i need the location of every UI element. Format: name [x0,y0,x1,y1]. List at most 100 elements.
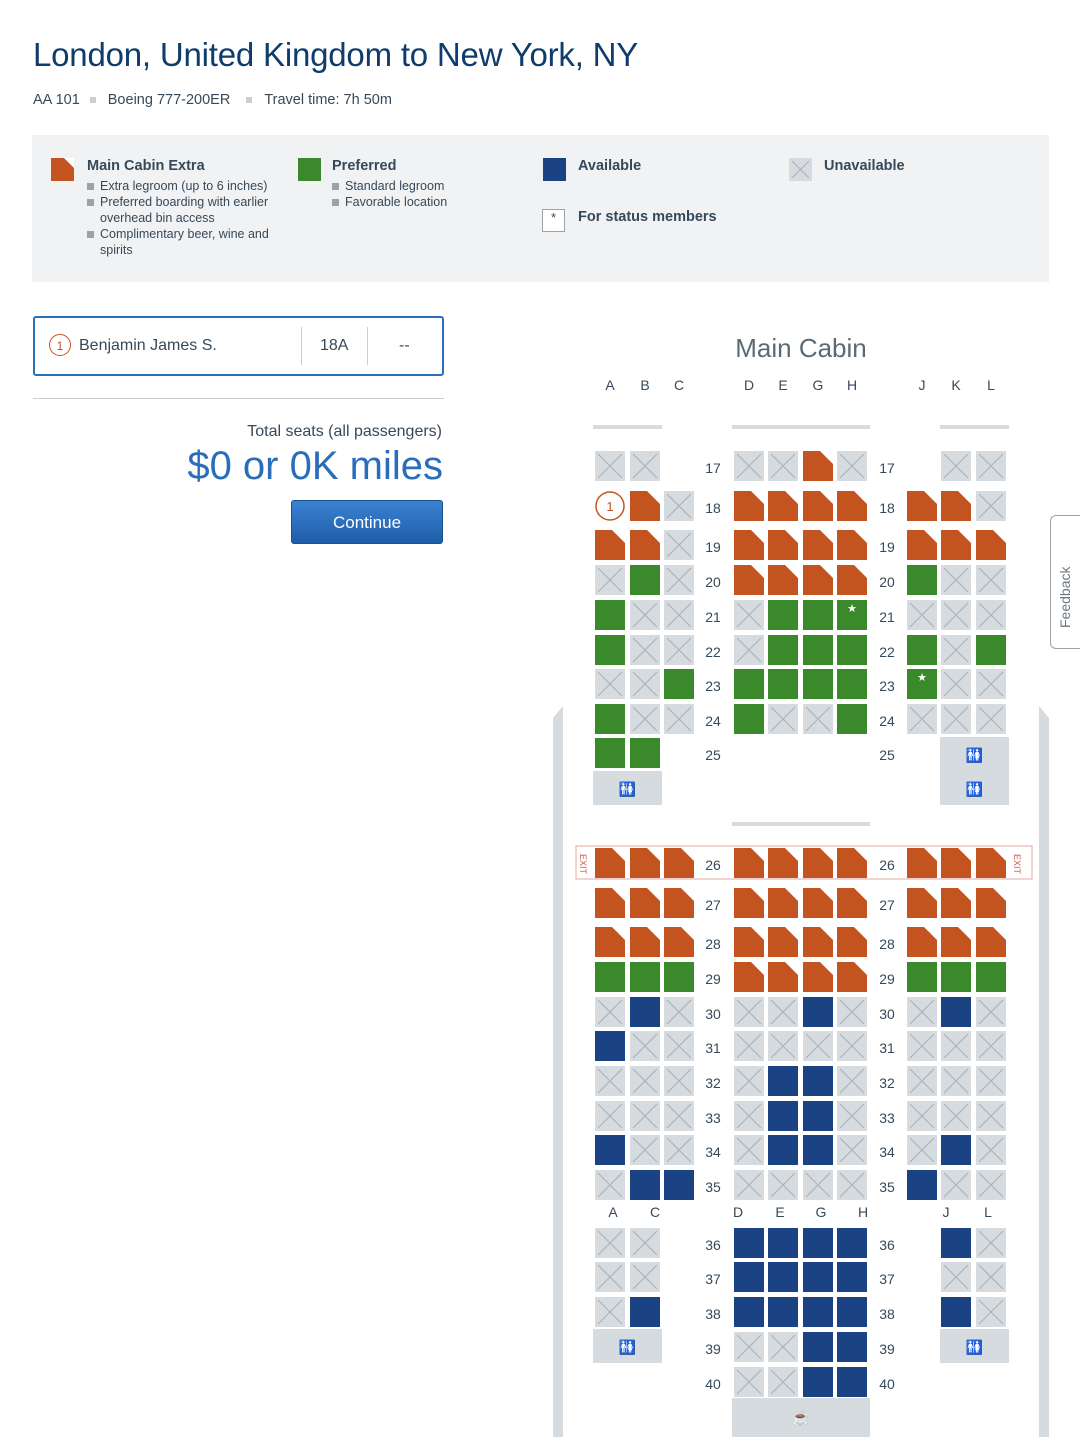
seat-18D[interactable] [734,491,764,521]
seat-29B[interactable] [630,962,660,992]
seat-29G[interactable] [803,962,833,992]
seat-22L[interactable] [976,635,1006,665]
seat-27G[interactable] [803,888,833,918]
seat-29K[interactable] [941,962,971,992]
seat-29D[interactable] [734,962,764,992]
seat-34A[interactable] [595,1135,625,1165]
seat-18A[interactable]: 1 [595,491,625,521]
seat-26E[interactable] [768,848,798,878]
seat-20B[interactable] [630,565,660,595]
seat-27H[interactable] [837,888,867,918]
seat-19K[interactable] [941,530,971,560]
seat-22E[interactable] [768,635,798,665]
seat-28G[interactable] [803,927,833,957]
seat-20D[interactable] [734,565,764,595]
seat-18H[interactable] [837,491,867,521]
seat-40H[interactable] [837,1367,867,1397]
seat-32E[interactable] [768,1066,798,1096]
seat-18K[interactable] [941,491,971,521]
seat-20E[interactable] [768,565,798,595]
seat-37H[interactable] [837,1262,867,1292]
seat-28E[interactable] [768,927,798,957]
seat-25A[interactable] [595,738,625,768]
seat-24H[interactable] [837,704,867,734]
seat-28A[interactable] [595,927,625,957]
seat-27K[interactable] [941,888,971,918]
seat-22A[interactable] [595,635,625,665]
seat-29H[interactable] [837,962,867,992]
seat-40G[interactable] [803,1367,833,1397]
seat-26H[interactable] [837,848,867,878]
seat-23E[interactable] [768,669,798,699]
seat-30G[interactable] [803,997,833,1027]
seat-32G[interactable] [803,1066,833,1096]
seat-35J[interactable] [907,1170,937,1200]
seat-23J[interactable]: ★ [907,669,937,699]
seat-18E[interactable] [768,491,798,521]
seat-29C[interactable] [664,962,694,992]
seat-38G[interactable] [803,1297,833,1327]
seat-28B[interactable] [630,927,660,957]
seat-38H[interactable] [837,1297,867,1327]
seat-34G[interactable] [803,1135,833,1165]
seat-38E[interactable] [768,1297,798,1327]
seat-19B[interactable] [630,530,660,560]
seat-28L[interactable] [976,927,1006,957]
seat-27J[interactable] [907,888,937,918]
seat-36D[interactable] [734,1228,764,1258]
seat-39G[interactable] [803,1332,833,1362]
seat-24A[interactable] [595,704,625,734]
seat-21E[interactable] [768,600,798,630]
seat-37G[interactable] [803,1262,833,1292]
seat-19G[interactable] [803,530,833,560]
seat-24D[interactable] [734,704,764,734]
seat-28D[interactable] [734,927,764,957]
seat-35C[interactable] [664,1170,694,1200]
seat-23H[interactable] [837,669,867,699]
seat-29A[interactable] [595,962,625,992]
seat-38D[interactable] [734,1297,764,1327]
seat-33G[interactable] [803,1101,833,1131]
seat-29E[interactable] [768,962,798,992]
seat-30K[interactable] [941,997,971,1027]
seat-19J[interactable] [907,530,937,560]
seat-26B[interactable] [630,848,660,878]
seat-19E[interactable] [768,530,798,560]
seat-18G[interactable] [803,491,833,521]
seat-28K[interactable] [941,927,971,957]
seat-33E[interactable] [768,1101,798,1131]
seat-22J[interactable] [907,635,937,665]
seat-28J[interactable] [907,927,937,957]
seat-23C[interactable] [664,669,694,699]
seat-19A[interactable] [595,530,625,560]
seat-21G[interactable] [803,600,833,630]
seat-39H[interactable] [837,1332,867,1362]
seat-20G[interactable] [803,565,833,595]
seat-25B[interactable] [630,738,660,768]
seat-19L[interactable] [976,530,1006,560]
seat-27D[interactable] [734,888,764,918]
seat-22H[interactable] [837,635,867,665]
seat-26K[interactable] [941,848,971,878]
seat-36H[interactable] [837,1228,867,1258]
seat-27A[interactable] [595,888,625,918]
seat-22G[interactable] [803,635,833,665]
seat-26C[interactable] [664,848,694,878]
seat-26G[interactable] [803,848,833,878]
seat-23D[interactable] [734,669,764,699]
seat-30B[interactable] [630,997,660,1027]
seat-23G[interactable] [803,669,833,699]
seat-31A[interactable] [595,1031,625,1061]
seat-26A[interactable] [595,848,625,878]
seat-35B[interactable] [630,1170,660,1200]
seat-36J[interactable] [941,1228,971,1258]
seat-38J[interactable] [941,1297,971,1327]
seat-18B[interactable] [630,491,660,521]
seat-26D[interactable] [734,848,764,878]
seat-20H[interactable] [837,565,867,595]
seat-34K[interactable] [941,1135,971,1165]
seat-27C[interactable] [664,888,694,918]
seat-19D[interactable] [734,530,764,560]
seat-36G[interactable] [803,1228,833,1258]
seat-37D[interactable] [734,1262,764,1292]
